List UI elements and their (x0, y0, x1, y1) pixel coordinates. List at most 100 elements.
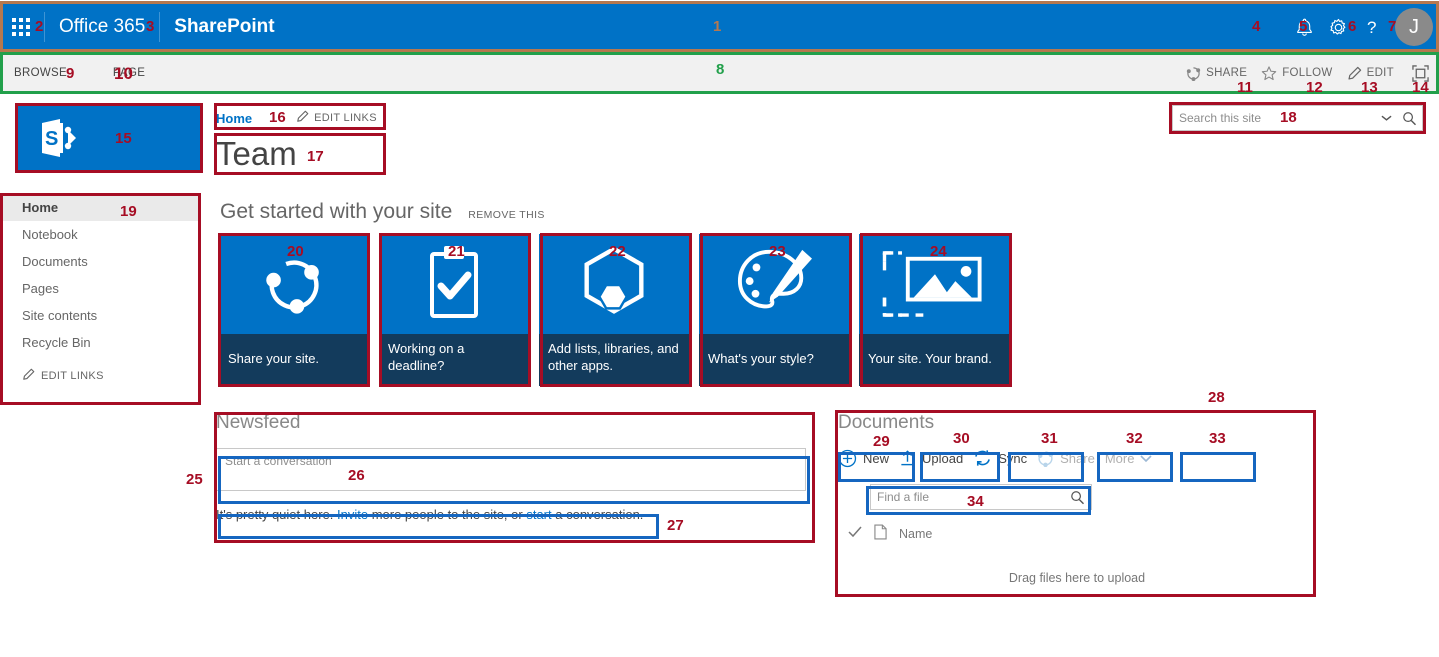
paint-palette-icon (699, 234, 849, 334)
newsfeed-empty-text-1: It's pretty quiet here. (216, 507, 337, 522)
magnifier-icon[interactable] (1396, 106, 1422, 130)
edit-label: EDIT (1366, 67, 1394, 79)
suite-divider-1 (44, 12, 45, 42)
find-a-file-box[interactable] (870, 484, 1092, 510)
get-started-tiles: Share your site. Working on a deadline? … (219, 234, 1009, 386)
breadcrumb: Home EDIT LINKS (216, 106, 377, 130)
share-label: SHARE (1206, 67, 1248, 79)
sharepoint-app-label[interactable]: SharePoint (174, 16, 274, 38)
sidebar-item-notebook[interactable]: Notebook (2, 221, 200, 248)
tile-your-site-your-brand[interactable]: Your site. Your brand. (859, 234, 1009, 386)
share-label: Share (1060, 450, 1095, 466)
hexagon-apps-icon (539, 234, 689, 334)
gear-icon[interactable] (1321, 3, 1355, 51)
tile-share-your-site[interactable]: Share your site. (219, 234, 369, 386)
follow-label: FOLLOW (1282, 67, 1333, 79)
documents-column-headers: Name (838, 524, 1316, 543)
chevron-down-icon[interactable] (1377, 114, 1396, 122)
search-box[interactable] (1172, 105, 1423, 131)
breadcrumb-edit-links[interactable]: EDIT LINKS (296, 110, 377, 126)
page-title: Team (216, 135, 297, 172)
chevron-down-icon (1140, 454, 1153, 463)
find-a-file-input[interactable] (871, 485, 1064, 509)
get-started-header: Get started with your site REMOVE THIS (220, 200, 545, 224)
ribbon-tab-page[interactable]: PAGE (113, 67, 145, 79)
upload-label: Upload (922, 450, 964, 466)
upload-button[interactable]: Upload (899, 444, 963, 472)
remove-this-link[interactable]: REMOVE THIS (468, 209, 545, 221)
tile-working-on-a-deadline[interactable]: Working on a deadline? (379, 234, 529, 386)
tile-add-lists-libraries-apps[interactable]: Add lists, libraries, and other apps. (539, 234, 689, 386)
edit-button[interactable]: EDIT (1347, 66, 1394, 81)
annotation-number-17: 17 (307, 148, 324, 165)
pencil-icon (296, 110, 309, 126)
newsfeed-empty-message: It's pretty quiet here. Invite more peop… (216, 507, 814, 522)
plus-circle-icon (838, 449, 857, 468)
documents-toolbar: New Upload Sync Share More (838, 444, 1316, 472)
sidebar-edit-links[interactable]: EDIT LINKS (2, 368, 200, 384)
avatar[interactable]: J (1395, 8, 1433, 46)
search-input[interactable] (1173, 106, 1377, 130)
follow-button[interactable]: FOLLOW (1261, 65, 1333, 81)
sync-button[interactable]: Sync (973, 444, 1027, 472)
image-placeholder-icon (859, 234, 1009, 334)
svg-text:?: ? (1367, 18, 1376, 37)
get-started-title: Get started with your site (220, 200, 453, 223)
magnifier-icon[interactable] (1064, 490, 1091, 505)
newsfeed-invite-link[interactable]: Invite (337, 507, 368, 522)
newsfeed-empty-text-3: a conversation. (551, 507, 644, 522)
tile-caption: Your site. Your brand. (859, 334, 1009, 386)
newsfeed-title: Newsfeed (216, 412, 301, 433)
pencil-icon (22, 368, 35, 384)
new-button[interactable]: New (838, 444, 889, 472)
newsfeed-composer[interactable]: Start a conversation (216, 448, 806, 491)
clipboard-check-icon (379, 234, 529, 334)
quick-launch-nav: Home Notebook Documents Pages Site conte… (2, 194, 200, 384)
sidebar-item-pages[interactable]: Pages (2, 275, 200, 302)
svg-text:S: S (45, 128, 58, 150)
ribbon-tab-browse[interactable]: BROWSE (14, 67, 67, 79)
document-icon (874, 524, 887, 543)
tile-caption: Working on a deadline? (379, 334, 529, 386)
documents-webpart: Documents New Upload Sync Share More Fin… (838, 412, 1316, 585)
site-logo[interactable]: S (16, 104, 202, 172)
ribbon-commands: SHARE FOLLOW EDIT (1172, 64, 1439, 82)
ribbon-bar: BROWSE PAGE SHARE FOLLOW EDIT (0, 54, 1439, 93)
share-button[interactable]: SHARE (1186, 66, 1247, 81)
bell-icon[interactable] (1287, 3, 1321, 51)
upload-arrow-icon (899, 449, 916, 467)
newsfeed-webpart: Newsfeed Start a conversation It's prett… (216, 412, 814, 522)
pencil-icon (1347, 66, 1362, 81)
edit-links-label: EDIT LINKS (314, 112, 377, 124)
tile-caption: Add lists, libraries, and other apps. (539, 334, 689, 386)
office365-suite-bar: Office 365 SharePoint ? J (0, 3, 1439, 51)
breadcrumb-home-link[interactable]: Home (216, 111, 252, 126)
sharepoint-logo-icon: S (34, 114, 82, 162)
drag-files-hint: Drag files here to upload (1008, 571, 1146, 585)
suite-bar-actions: ? J (1287, 3, 1439, 51)
newsfeed-start-conversation-link[interactable]: start (526, 507, 551, 522)
tile-whats-your-style[interactable]: What's your style? (699, 234, 849, 386)
column-header-name[interactable]: Name (899, 527, 932, 541)
more-button[interactable]: More (1105, 444, 1153, 472)
tile-caption: What's your style? (699, 334, 849, 386)
sidebar-item-recycle-bin[interactable]: Recycle Bin (2, 329, 200, 356)
new-label: New (863, 450, 890, 466)
office365-brand-label[interactable]: Office 365 (59, 16, 145, 38)
suite-divider-2 (159, 12, 161, 42)
annotation-number-28: 28 (1208, 389, 1225, 406)
annotation-number-25: 25 (186, 471, 203, 488)
focus-on-content-button[interactable] (1412, 64, 1429, 82)
sidebar-edit-links-label: EDIT LINKS (41, 370, 104, 382)
sync-icon (973, 449, 992, 467)
share-button: Share (1037, 444, 1095, 472)
share-people-icon (219, 234, 369, 334)
question-mark-icon[interactable]: ? (1355, 3, 1389, 51)
app-launcher-icon[interactable] (12, 18, 30, 36)
sidebar-item-site-contents[interactable]: Site contents (2, 302, 200, 329)
share-icon (1037, 450, 1054, 467)
checkmark-icon[interactable] (848, 526, 862, 541)
sidebar-item-home[interactable]: Home (2, 194, 200, 221)
star-icon (1261, 65, 1277, 81)
sidebar-item-documents[interactable]: Documents (2, 248, 200, 275)
